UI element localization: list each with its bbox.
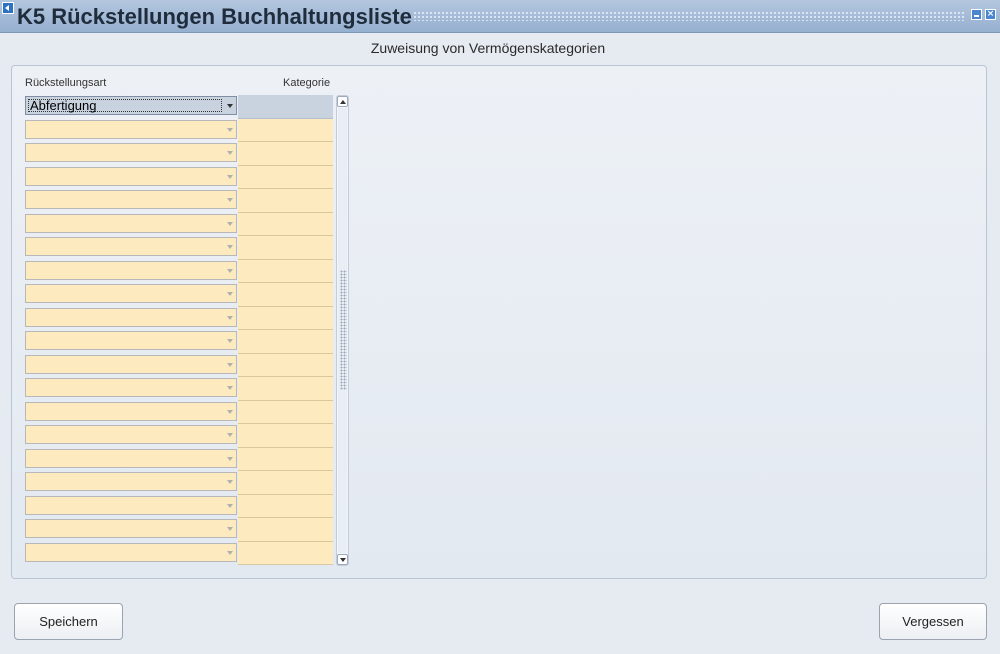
rueckstellungsart-select[interactable] — [25, 166, 237, 186]
chevron-down-icon[interactable] — [227, 198, 233, 202]
chevron-down-icon[interactable] — [227, 174, 233, 179]
table-row — [24, 142, 335, 166]
table-row — [24, 424, 335, 448]
kategorie-field[interactable] — [238, 259, 333, 283]
rueckstellungsart-select[interactable] — [25, 401, 237, 421]
table-row — [24, 212, 335, 236]
table-row — [24, 165, 335, 189]
scroll-up-icon[interactable] — [337, 96, 348, 107]
rueckstellungsart-select[interactable] — [25, 307, 237, 327]
table-row — [24, 541, 335, 565]
table-row — [24, 353, 335, 377]
chevron-down-icon[interactable] — [227, 292, 233, 296]
kategorie-field[interactable] — [238, 471, 333, 495]
kategorie-field[interactable] — [238, 142, 333, 166]
chevron-down-icon[interactable] — [227, 221, 233, 226]
rueckstellungsart-select[interactable] — [25, 542, 237, 562]
chevron-down-icon[interactable] — [227, 315, 233, 320]
table-row — [24, 518, 335, 542]
kategorie-field[interactable] — [238, 212, 333, 236]
chevron-down-icon[interactable] — [227, 527, 233, 531]
table-row: Abfertigung — [24, 95, 335, 119]
close-icon[interactable]: × — [985, 9, 996, 20]
kategorie-field[interactable] — [238, 541, 333, 565]
kategorie-field[interactable] — [238, 165, 333, 189]
column-header-rueckstellungsart: Rückstellungsart — [25, 77, 107, 89]
kategorie-field[interactable] — [238, 330, 333, 354]
table-row — [24, 330, 335, 354]
chevron-down-icon[interactable] — [227, 127, 233, 132]
table-row — [24, 118, 335, 142]
kategorie-field[interactable] — [238, 424, 333, 448]
forget-button[interactable]: Vergessen — [879, 603, 987, 640]
table-row — [24, 189, 335, 213]
rueckstellungsart-select[interactable] — [25, 472, 237, 491]
chevron-down-icon[interactable] — [227, 339, 233, 343]
save-button[interactable]: Speichern — [14, 603, 123, 640]
kategorie-field[interactable] — [238, 518, 333, 542]
rueckstellungsart-select[interactable]: Abfertigung — [25, 96, 237, 115]
table-row — [24, 377, 335, 401]
chevron-down-icon[interactable] — [227, 456, 233, 461]
rueckstellungsart-select[interactable] — [25, 260, 237, 280]
chevron-down-icon[interactable] — [227, 433, 233, 437]
column-header-kategorie: Kategorie — [283, 77, 331, 89]
form-subtitle: Zuweisung von Vermögenskategorien — [0, 40, 1000, 56]
scroll-thumb[interactable] — [338, 108, 347, 553]
kategorie-field[interactable] — [238, 189, 333, 213]
table-row — [24, 259, 335, 283]
titlebar-pattern — [413, 11, 965, 21]
grid-scrollbar[interactable] — [336, 95, 349, 566]
rueckstellungsart-select[interactable] — [25, 495, 237, 515]
rueckstellungsart-select[interactable] — [25, 284, 237, 303]
table-row — [24, 306, 335, 330]
chevron-down-icon[interactable] — [227, 409, 233, 414]
table-row — [24, 283, 335, 307]
chevron-down-icon[interactable] — [227, 550, 233, 555]
rueckstellungsart-select[interactable] — [25, 378, 237, 397]
table-row — [24, 400, 335, 424]
chevron-down-icon[interactable] — [227, 151, 233, 155]
window-title: K5 Rückstellungen Buchhaltungsliste — [17, 4, 412, 29]
chevron-down-icon[interactable] — [227, 480, 233, 484]
rueckstellungsart-select[interactable] — [25, 237, 237, 256]
kategorie-field[interactable] — [238, 447, 333, 471]
rueckstellungsart-value: Abfertigung — [30, 98, 97, 113]
assignment-grid: Abfertigung — [24, 95, 335, 565]
kategorie-field[interactable] — [238, 353, 333, 377]
rueckstellungsart-select[interactable] — [25, 143, 237, 162]
scroll-down-icon[interactable] — [337, 554, 348, 565]
chevron-down-icon[interactable] — [227, 245, 233, 249]
minimize-icon[interactable] — [971, 9, 982, 20]
rueckstellungsart-select[interactable] — [25, 425, 237, 444]
kategorie-field[interactable] — [238, 306, 333, 330]
rueckstellungsart-select[interactable] — [25, 190, 237, 209]
rueckstellungsart-select[interactable] — [25, 519, 237, 538]
chevron-down-icon[interactable] — [227, 362, 233, 367]
rueckstellungsart-select[interactable] — [25, 331, 237, 350]
chevron-down-icon[interactable] — [227, 503, 233, 508]
table-row — [24, 236, 335, 260]
app-window-icon[interactable] — [2, 2, 14, 14]
chevron-down-icon[interactable] — [227, 268, 233, 273]
kategorie-field[interactable] — [238, 377, 333, 401]
table-row — [24, 471, 335, 495]
table-row — [24, 447, 335, 471]
kategorie-field[interactable] — [238, 283, 333, 307]
kategorie-field[interactable] — [238, 494, 333, 518]
rueckstellungsart-select[interactable] — [25, 448, 237, 468]
chevron-down-icon[interactable] — [227, 104, 233, 108]
kategorie-field[interactable] — [238, 400, 333, 424]
table-row — [24, 494, 335, 518]
form-subtitle-text: Zuweisung von Vermögenskategorien — [370, 40, 606, 56]
title-bar[interactable]: K5 Rückstellungen Buchhaltungsliste × — [0, 0, 1000, 33]
rueckstellungsart-select[interactable] — [25, 354, 237, 374]
kategorie-field[interactable] — [238, 118, 333, 142]
kategorie-field[interactable] — [238, 95, 333, 119]
kategorie-field[interactable] — [238, 236, 333, 260]
rueckstellungsart-select[interactable] — [25, 213, 237, 233]
chevron-down-icon[interactable] — [227, 386, 233, 390]
scroll-grip — [340, 270, 347, 390]
rueckstellungsart-select[interactable] — [25, 119, 237, 139]
